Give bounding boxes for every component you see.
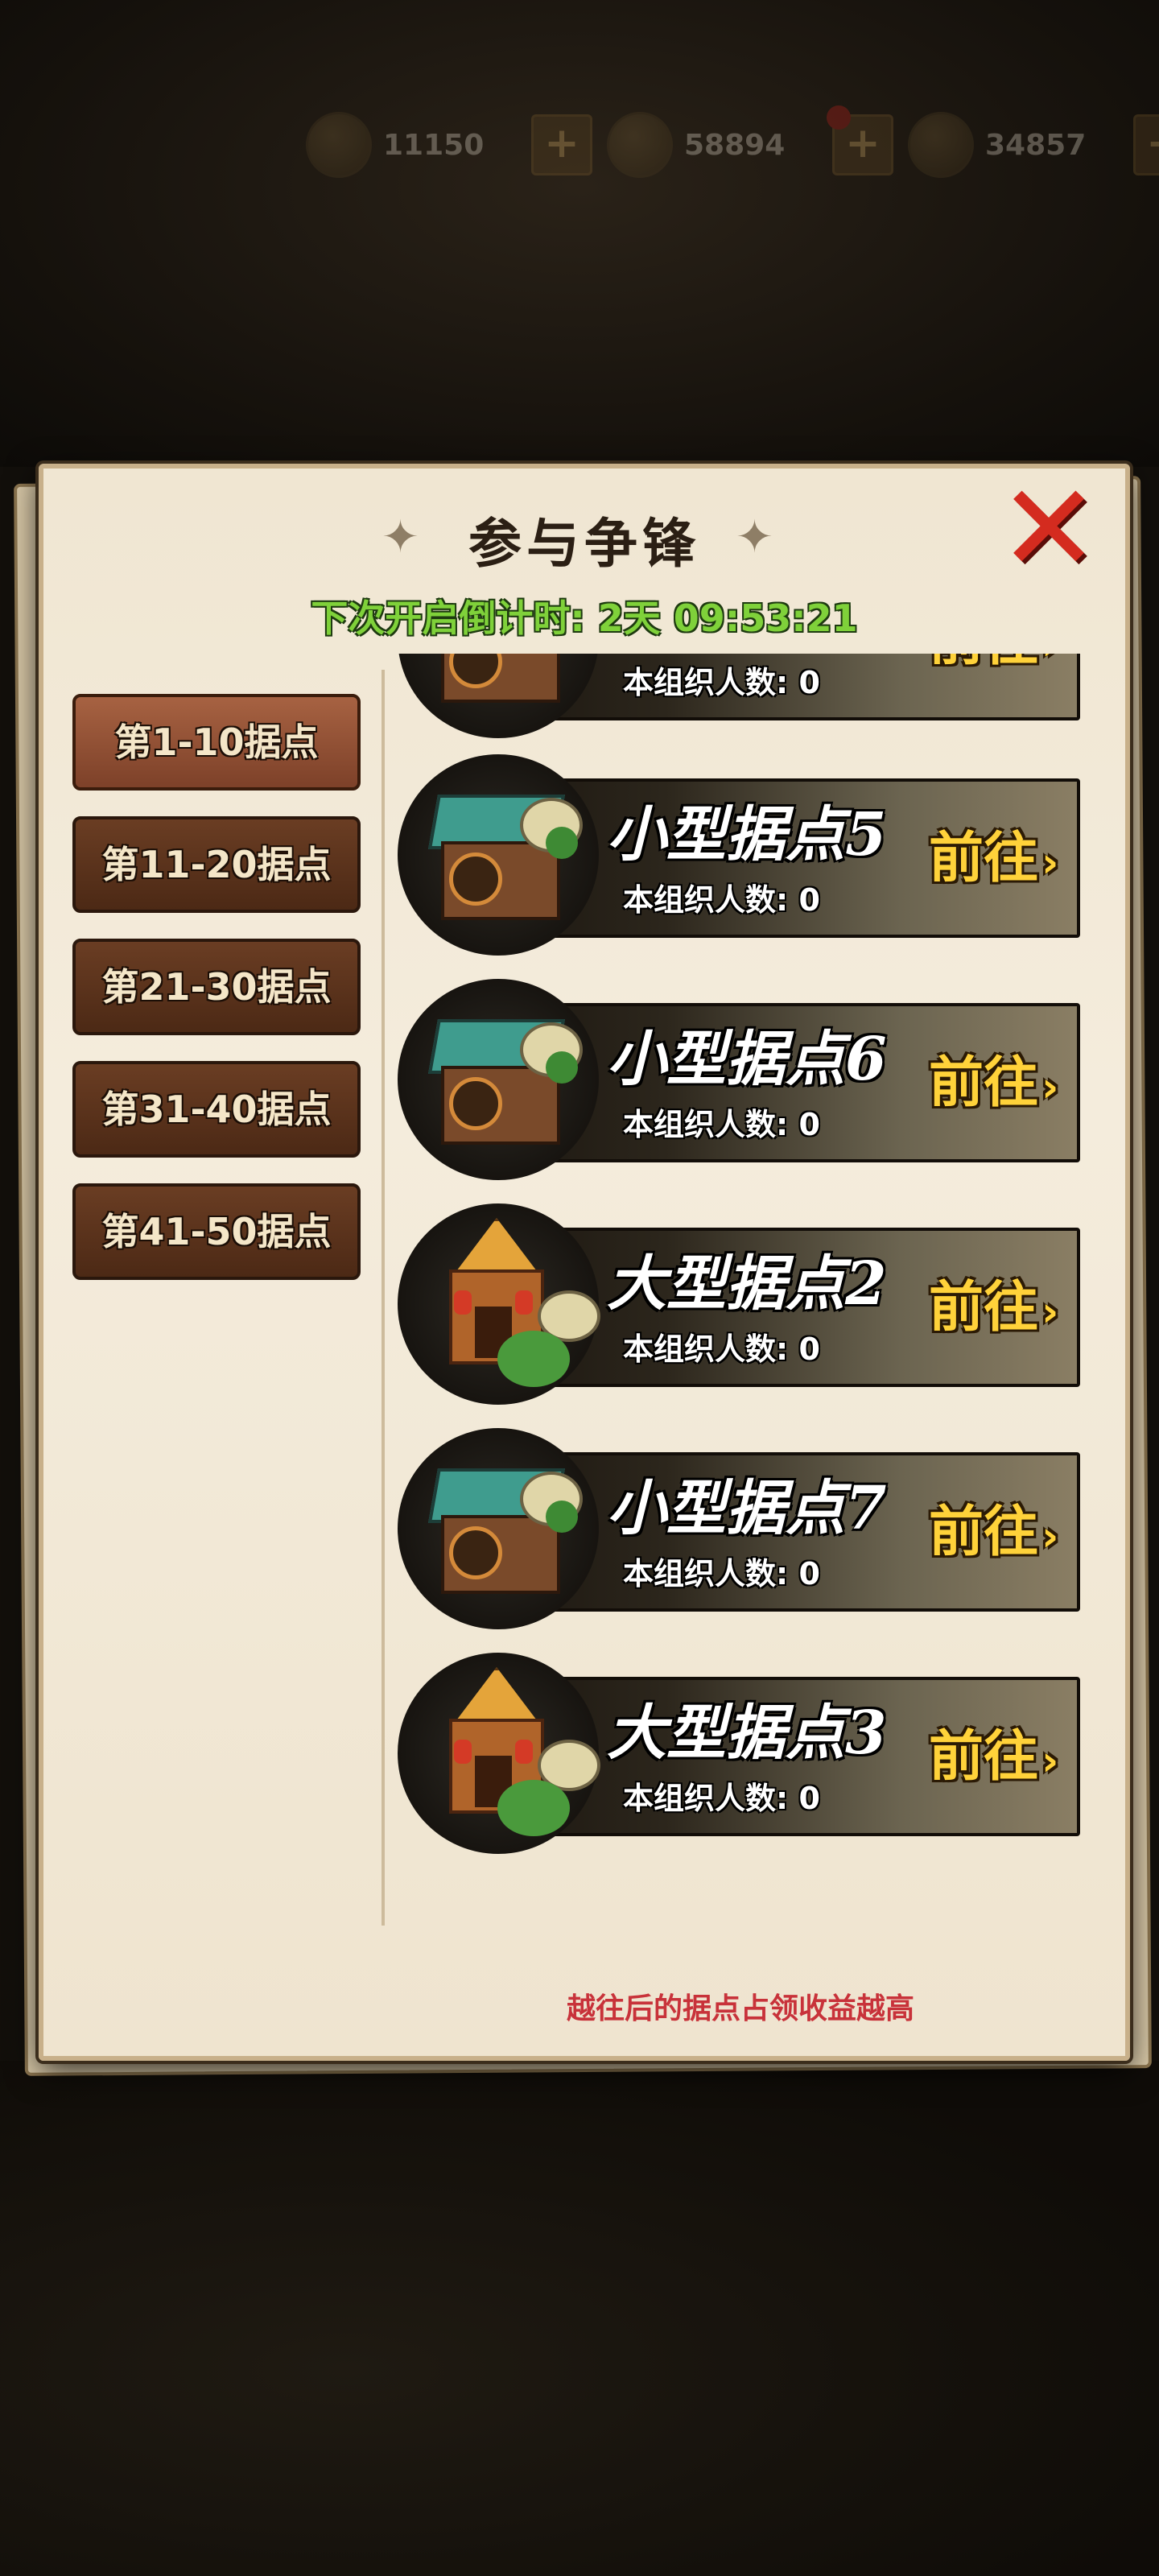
stronghold-row: 小型据点6 本组织人数: 0 前往› bbox=[398, 979, 1098, 1180]
member-count: 本组织人数: 0 bbox=[623, 1107, 820, 1142]
chevron-right-icon: › bbox=[1041, 1288, 1059, 1336]
go-button[interactable]: 前往› bbox=[929, 811, 1074, 907]
divider bbox=[382, 670, 385, 1926]
dialog-title: 参与争锋 bbox=[468, 513, 700, 575]
go-button[interactable]: 前往› bbox=[929, 654, 1074, 690]
resource-amount: 58894 bbox=[684, 128, 786, 162]
stronghold-row: 本组织人数: 0 前往› bbox=[398, 654, 1098, 738]
stronghold-list[interactable]: 本组织人数: 0 前往› 小型据点5 本组织人数: 0 前往› 小型据点6 本组… bbox=[398, 654, 1098, 1909]
stronghold-emblem bbox=[398, 754, 599, 956]
stronghold-emblem bbox=[398, 654, 599, 738]
stronghold-name: 小型据点6 bbox=[607, 1025, 887, 1094]
chevron-right-icon: › bbox=[1041, 839, 1059, 887]
member-count: 本组织人数: 0 bbox=[623, 882, 820, 918]
small-stronghold-building-icon bbox=[425, 1003, 583, 1148]
small-stronghold-building-icon bbox=[425, 1452, 583, 1597]
tab-strongholds-11-20[interactable]: 第11-20据点 bbox=[72, 816, 361, 913]
stronghold-name: 大型据点2 bbox=[607, 1249, 887, 1319]
stronghold-emblem bbox=[398, 1428, 599, 1629]
stronghold-name: 小型据点7 bbox=[607, 1474, 887, 1543]
stronghold-emblem bbox=[398, 1653, 600, 1854]
chevron-right-icon: › bbox=[1041, 1063, 1059, 1112]
notification-dot bbox=[827, 105, 851, 130]
energy-coin-icon bbox=[306, 112, 372, 178]
stronghold-row: 小型据点7 本组织人数: 0 前往› bbox=[398, 1428, 1098, 1629]
go-button[interactable]: 前往› bbox=[929, 1484, 1074, 1581]
resource-amount: 11150 bbox=[383, 128, 485, 162]
member-count: 本组织人数: 0 bbox=[623, 1331, 820, 1367]
resource-gold: 58894 + bbox=[607, 105, 893, 178]
stronghold-row: 大型据点2 本组织人数: 0 前往› bbox=[398, 1203, 1098, 1405]
close-button[interactable]: ✕ bbox=[996, 469, 1101, 589]
add-energy-button[interactable]: + bbox=[531, 114, 592, 175]
member-count: 本组织人数: 0 bbox=[623, 665, 820, 700]
add-gems-button[interactable]: + bbox=[1133, 114, 1159, 175]
go-button[interactable]: 前往› bbox=[929, 1709, 1074, 1806]
resource-energy: 11150 + bbox=[306, 112, 592, 178]
background-top bbox=[0, 0, 1159, 467]
add-gold-button[interactable]: + bbox=[827, 105, 893, 175]
tab-strongholds-31-40[interactable]: 第31-40据点 bbox=[72, 1061, 361, 1158]
resource-amount: 34857 bbox=[985, 128, 1087, 162]
resource-gems: 34857 + bbox=[908, 112, 1159, 178]
small-stronghold-building-icon bbox=[425, 778, 583, 923]
dialog-title-row: 参与争锋 bbox=[43, 501, 1125, 578]
countdown-text: 下次开启倒计时: 2天 09:53:21 bbox=[311, 597, 858, 640]
go-button[interactable]: 前往› bbox=[929, 1035, 1074, 1132]
tab-strongholds-21-30[interactable]: 第21-30据点 bbox=[72, 939, 361, 1035]
stronghold-name: 小型据点5 bbox=[607, 800, 887, 869]
background-bottom bbox=[0, 2061, 1159, 2576]
reward-hint-text: 越往后的据点占领收益越高 bbox=[567, 1992, 915, 2025]
chevron-right-icon: › bbox=[1041, 654, 1058, 670]
large-stronghold-building-icon bbox=[425, 1659, 600, 1844]
small-stronghold-building-icon bbox=[425, 654, 578, 706]
tab-strongholds-41-50[interactable]: 第41-50据点 bbox=[72, 1183, 361, 1280]
chevron-right-icon: › bbox=[1041, 1513, 1059, 1561]
stronghold-range-tabs: 第1-10据点 第11-20据点 第21-30据点 第31-40据点 第41-5… bbox=[72, 694, 361, 1306]
tab-strongholds-1-10[interactable]: 第1-10据点 bbox=[72, 694, 361, 791]
gold-coin-icon bbox=[607, 112, 673, 178]
stronghold-emblem bbox=[398, 1203, 600, 1405]
gem-icon bbox=[908, 112, 974, 178]
go-button[interactable]: 前往› bbox=[929, 1260, 1074, 1356]
stronghold-row: 大型据点3 本组织人数: 0 前往› bbox=[398, 1653, 1098, 1854]
join-contest-dialog: ✦ ✦ 参与争锋 下次开启倒计时: 2天 09:53:21 ✕ 第1-10据点 … bbox=[39, 464, 1130, 2061]
stronghold-emblem bbox=[398, 979, 599, 1180]
stronghold-name: 大型据点3 bbox=[607, 1699, 887, 1768]
large-stronghold-building-icon bbox=[425, 1210, 600, 1395]
resource-bar: 11150 + 58894 + 34857 + bbox=[306, 105, 1159, 178]
member-count: 本组织人数: 0 bbox=[623, 1556, 820, 1591]
stronghold-row: 小型据点5 本组织人数: 0 前往› bbox=[398, 754, 1098, 956]
chevron-right-icon: › bbox=[1041, 1737, 1059, 1785]
member-count: 本组织人数: 0 bbox=[623, 1781, 820, 1816]
